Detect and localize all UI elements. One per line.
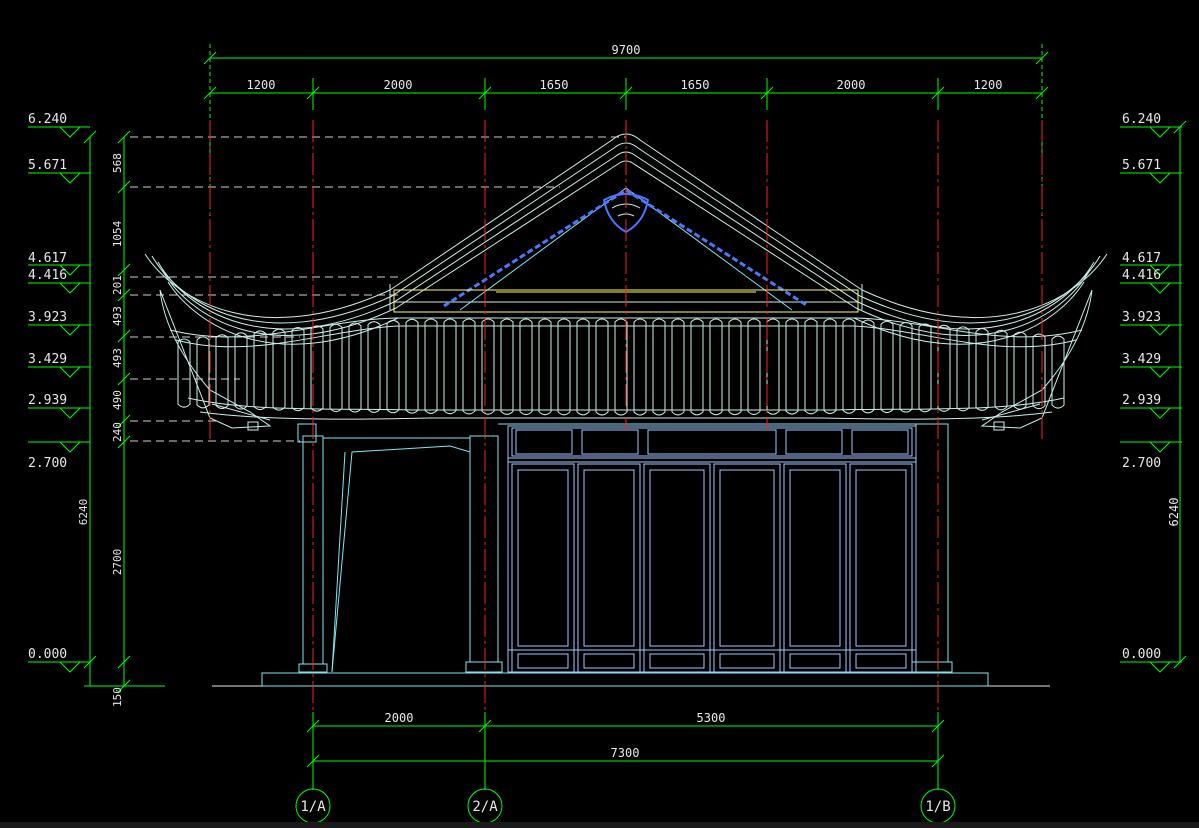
top-dimension-label: 2000 <box>837 78 866 92</box>
vertical-dimension-label: 1054 <box>111 220 124 247</box>
level-label: 3.923 <box>28 310 67 325</box>
level-label: 3.429 <box>1122 352 1161 367</box>
top-dimension-label: 1200 <box>974 78 1003 92</box>
axis-label: 1/B <box>925 799 950 815</box>
top-dimension-label: 1200 <box>247 78 276 92</box>
drawing-frame-bottom-edge <box>0 822 1199 828</box>
elevation-drawing: 9700 1200 2000 1650 1650 2000 1200 6.240… <box>0 0 1199 828</box>
vertical-dimension-label: 150 <box>111 687 124 707</box>
level-label: 4.416 <box>1122 268 1161 283</box>
level-label: 0.000 <box>1122 647 1161 662</box>
axis-label: 1/A <box>300 799 326 815</box>
bottom-dimension-label: 5300 <box>697 711 726 725</box>
vertical-dimension-label: 240 <box>111 422 124 442</box>
vertical-dimension-label: 201 <box>111 275 124 295</box>
top-dimension-label: 2000 <box>384 78 413 92</box>
level-label: 2.700 <box>28 456 67 471</box>
overall-width-dimension: 9700 <box>612 43 641 57</box>
level-label: 3.429 <box>28 352 67 367</box>
bottom-total-dimension: 7300 <box>611 746 640 760</box>
top-dimension-label: 1650 <box>681 78 710 92</box>
vertical-dimension-label: 493 <box>111 348 124 368</box>
level-label: 5.671 <box>1122 158 1161 173</box>
vertical-dimension-label: 490 <box>111 390 124 410</box>
level-label: 2.939 <box>1122 393 1161 408</box>
level-label: 6.240 <box>1122 112 1161 127</box>
level-label: 6.240 <box>28 112 67 127</box>
level-label: 4.617 <box>1122 251 1161 266</box>
level-label: 2.939 <box>28 393 67 408</box>
vertical-dimension-label: 6240 <box>77 499 90 526</box>
level-label: 0.000 <box>28 647 67 662</box>
level-label: 4.416 <box>28 268 67 283</box>
right-total-height-dimension: 6240 <box>1167 498 1181 527</box>
axis-label: 2/A <box>472 799 498 815</box>
vertical-dimension-label: 568 <box>111 153 124 173</box>
vertical-dimension-label: 493 <box>111 306 124 326</box>
level-label: 5.671 <box>28 158 67 173</box>
level-label: 2.700 <box>1122 456 1161 471</box>
level-label: 3.923 <box>1122 310 1161 325</box>
bottom-dimension-label: 2000 <box>385 711 414 725</box>
vertical-dimension-label: 2700 <box>111 549 124 576</box>
level-label: 4.617 <box>28 251 67 266</box>
top-dimension-label: 1650 <box>540 78 569 92</box>
